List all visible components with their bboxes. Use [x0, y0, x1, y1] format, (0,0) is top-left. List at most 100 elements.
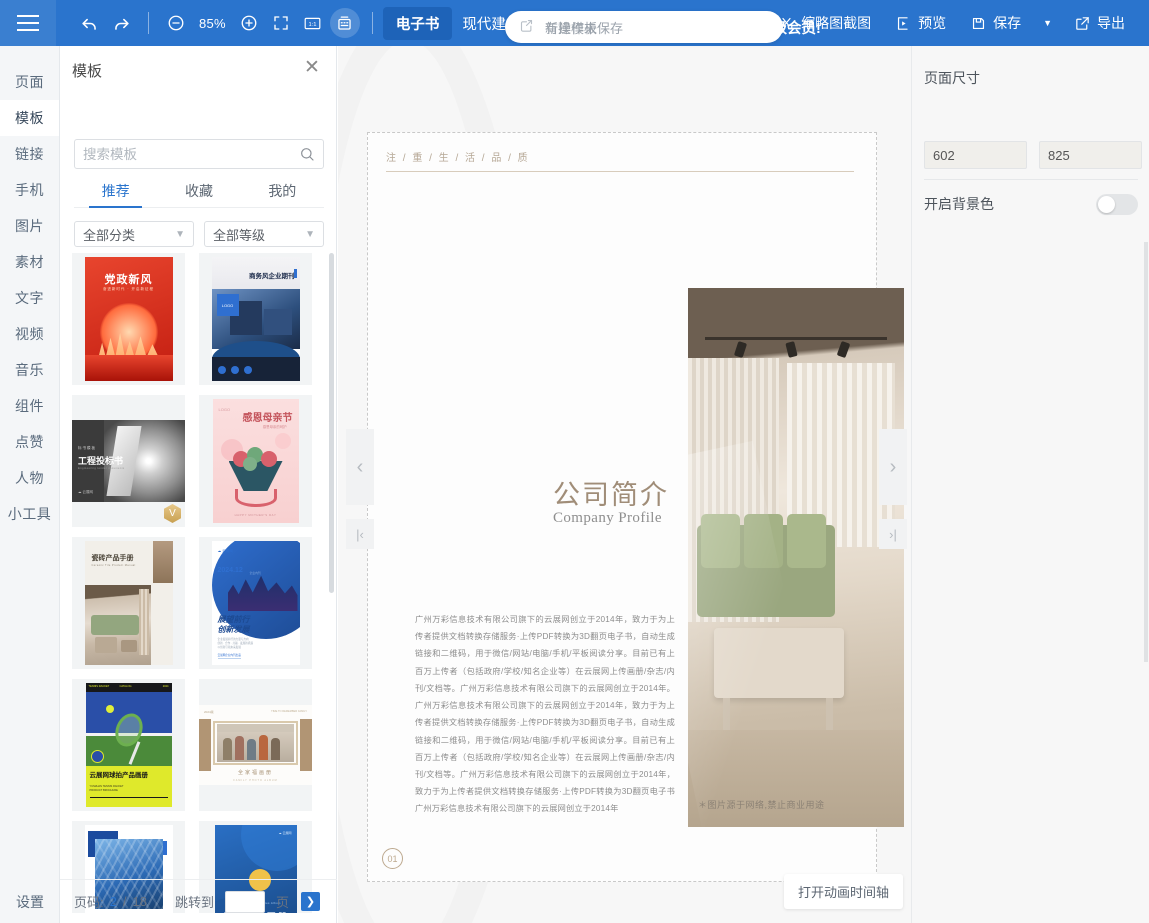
chevron-right-icon: ❯	[305, 896, 316, 908]
sidebar-item-components[interactable]: 组件	[0, 388, 59, 424]
sidebar-item-templates[interactable]: 模板	[0, 100, 59, 136]
template-card-tender[interactable]: 标书模板 工程投标书 Engineering tender documents …	[72, 395, 185, 527]
page-preview[interactable]: 注 / 重 / 生 / 活 / 品 / 质 ＊图片源于网络,禁止商业用途 公司简…	[367, 132, 904, 882]
search-icon[interactable]	[299, 146, 315, 162]
last-page-button[interactable]: ›|	[879, 519, 907, 549]
template-search-box[interactable]	[74, 139, 324, 169]
document-name-label[interactable]: 现代建材省	[458, 7, 539, 40]
zoom-in-button[interactable]	[234, 8, 264, 38]
play-box-icon	[898, 16, 908, 30]
jump-go-button[interactable]: ❯	[300, 892, 320, 911]
tab-favorites[interactable]: 收藏	[157, 176, 240, 207]
tab-ebook[interactable]: 电子书	[382, 6, 453, 40]
tab-recommended[interactable]: 推荐	[74, 176, 157, 208]
template-card-business-journal[interactable]: 商务风企业期刊 LOGO	[199, 253, 312, 385]
sidebar-item-label: 点赞	[15, 434, 44, 450]
prev-page-button[interactable]: ‹	[346, 429, 374, 505]
page-width-field[interactable]: PX	[924, 141, 1027, 169]
page-header-rule	[386, 171, 854, 172]
thumbnail-capture-button[interactable]: 缩略图截图	[768, 7, 881, 39]
sidebar-item-images[interactable]: 图片	[0, 208, 59, 244]
template-card-family[interactable]: 2024版 TIME TO REMEMBER FAMILY 全家福画册 FAMI…	[199, 679, 312, 811]
sidebar-item-people[interactable]: 人物	[0, 460, 59, 496]
hamburger-menu-button[interactable]	[0, 0, 56, 46]
preview-button[interactable]: 预览	[885, 7, 956, 39]
sidebar-item-label: 组件	[15, 398, 44, 414]
vip-badge: V	[164, 504, 181, 523]
external-link-icon	[1076, 16, 1089, 30]
save-dropdown-button[interactable]: ▼	[1035, 18, 1060, 28]
toolbar-divider-1	[148, 12, 149, 34]
search-input[interactable]	[83, 146, 299, 162]
page-height-input[interactable]	[1040, 142, 1141, 168]
keyboard-shortcut-icon	[338, 16, 352, 30]
sidebar-item-label: 视频	[15, 326, 44, 342]
actual-size-button[interactable]: 1:1	[298, 8, 328, 38]
template-card-tennis[interactable]: TENNIS RACKET CATALOG 2024 云展网球拍产品画册 YUN…	[72, 679, 185, 811]
toolbar-zoom-group: 85% 1:1	[56, 8, 383, 38]
filter-level-select[interactable]: 全部等级 ▼	[204, 221, 324, 247]
template-card-blue-city[interactable]: ☁ 云展网 2024.12 企业内刊 展望前行 创新发展 企业发展前行的力量与方向…	[199, 537, 312, 669]
floppy-disk-icon	[973, 17, 985, 29]
page-photo[interactable]	[688, 288, 904, 827]
template-filters: 全部分类 ▼ 全部等级 ▼	[74, 221, 324, 247]
page-width-input[interactable]	[925, 142, 1026, 168]
first-page-icon: |‹	[356, 526, 364, 542]
sidebar-item-label: 小工具	[7, 506, 52, 522]
template-pagination: 页码: 2 / 18 跳转到 页 ❯	[60, 879, 337, 923]
background-color-toggle[interactable]	[1096, 193, 1138, 215]
next-page-button[interactable]: ›	[879, 429, 907, 505]
sidebar-item-label: 图片	[15, 218, 44, 234]
sidebar-item-video[interactable]: 视频	[0, 316, 59, 352]
first-page-button[interactable]: |‹	[346, 519, 374, 549]
sidebar-item-tools[interactable]: 小工具	[0, 496, 59, 532]
keyboard-shortcuts-button[interactable]	[329, 8, 360, 38]
sidebar-item-label: 链接	[15, 146, 44, 162]
page-body-text[interactable]: 广州万彩信息技术有限公司旗下的云展网创立于2014年，致力于为上传者提供文档转换…	[415, 611, 675, 818]
sidebar-item-pages[interactable]: 页面	[0, 64, 59, 100]
thumbnail-capture-label: 缩略图截图	[801, 15, 872, 31]
page-subtitle[interactable]: Company Profile	[553, 510, 662, 527]
panel-title: 模板	[72, 63, 103, 80]
template-card-mothersday[interactable]: LOGO 感恩母亲节 感恩母亲的呵护 HAPPY MOTHER'S DAY	[199, 395, 312, 527]
open-animation-timeline-button[interactable]: 打开动画时间轴	[783, 874, 903, 909]
template-panel-scrollbar[interactable]	[329, 253, 334, 593]
save-label: 保存	[993, 15, 1022, 31]
sidebar-item-assets[interactable]: 素材	[0, 244, 59, 280]
sidebar-item-links[interactable]: 链接	[0, 136, 59, 172]
sidebar-item-text[interactable]: 文字	[0, 280, 59, 316]
preview-label: 预览	[918, 15, 947, 31]
filter-category-select[interactable]: 全部分类 ▼	[74, 221, 194, 247]
export-button[interactable]: 导出	[1064, 7, 1135, 39]
page-unit-label: 页	[275, 895, 289, 910]
sidebar-item-label: 素材	[15, 254, 44, 270]
undo-button[interactable]	[74, 8, 104, 38]
sidebar-item-label: 人物	[15, 470, 44, 486]
properties-scrollbar[interactable]	[1144, 242, 1148, 662]
page-header-text: 注 / 重 / 生 / 活 / 品 / 质	[386, 153, 530, 164]
properties-divider	[924, 179, 1138, 180]
zoom-in-icon	[241, 15, 257, 31]
editor-canvas[interactable]: 注 / 重 / 生 / 活 / 品 / 质 ＊图片源于网络,禁止商业用途 公司简…	[338, 46, 911, 923]
chevron-down-icon: ▼	[305, 228, 315, 240]
left-rail: 页面 模板 链接 手机 图片 素材 文字 视频 音乐 组件 点赞 人物 小工具 …	[0, 46, 60, 923]
zoom-out-icon	[168, 15, 184, 31]
page-size-title: 页面尺寸	[924, 70, 980, 86]
sidebar-item-mobile[interactable]: 手机	[0, 172, 59, 208]
zoom-out-button[interactable]	[161, 8, 191, 38]
save-button[interactable]: 保存	[960, 7, 1031, 39]
page-title[interactable]: 公司简介	[553, 473, 669, 512]
tab-mine[interactable]: 我的	[241, 176, 324, 207]
sidebar-item-music[interactable]: 音乐	[0, 352, 59, 388]
redo-button[interactable]	[106, 8, 136, 38]
close-icon[interactable]: ✕	[302, 58, 322, 78]
background-color-label: 开启背景色	[924, 196, 994, 212]
fit-screen-button[interactable]	[266, 8, 296, 38]
sidebar-item-likes[interactable]: 点赞	[0, 424, 59, 460]
template-card-tile-catalog[interactable]: 瓷砖产品手册 Ceramic Tile Product Manual	[72, 537, 185, 669]
jump-page-input[interactable]	[224, 890, 265, 913]
sidebar-item-label: 文字	[15, 290, 44, 306]
sidebar-item-settings[interactable]: 设置	[0, 881, 60, 923]
page-height-field[interactable]: PX	[1039, 141, 1142, 169]
template-card-party[interactable]: 党政新风 奋进新时代 · 开启新征程	[72, 253, 185, 385]
